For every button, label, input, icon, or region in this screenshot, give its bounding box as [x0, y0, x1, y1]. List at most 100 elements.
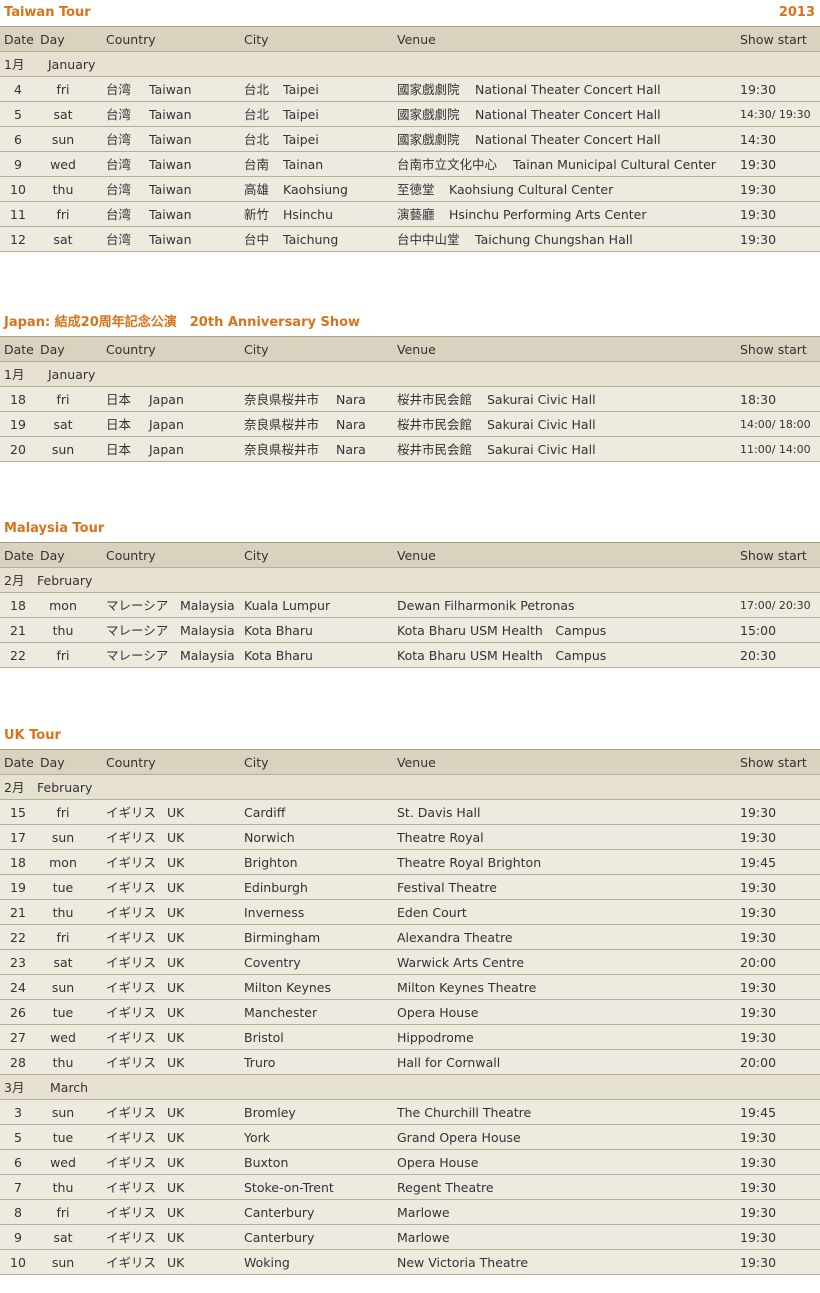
cell-country-en: Malaysia	[180, 623, 235, 638]
cell-country-en: UK	[167, 1005, 185, 1020]
cell-date: 18	[10, 392, 26, 407]
month-row: 2月 February	[0, 568, 820, 593]
cell-date: 11	[10, 207, 26, 222]
table-row: 24 sun イギリス UK Milton Keynes Milton Keynes Th…	[0, 975, 820, 1000]
table-row: 28 thu イギリス UK Truro Hall for Cornwall 20:00	[0, 1050, 820, 1075]
table-row: 5 sat 台湾 Taiwan 台北 Taipei 國家戲劇院 National Theate…	[0, 102, 820, 127]
japan-title: Japan: 結成20周年記念公演 20th Anniversary Show	[4, 315, 361, 330]
table-row: 9 wed 台湾 Taiwan 台南 Tainan 台南市立文化中心 Tainan Munic…	[0, 152, 820, 177]
cell-country-jp: 台湾	[106, 182, 132, 197]
cell-venue: Regent Theatre	[397, 1180, 494, 1195]
cell-venue-jp: 國家戲劇院	[397, 82, 460, 97]
header-venue: Venue	[397, 548, 436, 563]
uk-section: UK Tour Date Day Country City Venue Show star…	[0, 723, 820, 1275]
cell-show-start: 19:45	[740, 855, 777, 870]
cell-city-jp: 台北	[244, 82, 270, 97]
month-en: February	[37, 780, 93, 795]
header-day: Day	[40, 342, 65, 357]
cell-date: 20	[10, 442, 26, 457]
cell-day: thu	[52, 1180, 74, 1195]
cell-day: sat	[53, 1230, 73, 1245]
cell-country-en: UK	[167, 1030, 185, 1045]
cell-country-en: Japan	[149, 442, 184, 457]
cell-day: sun	[51, 132, 75, 147]
cell-date: 18	[10, 598, 26, 613]
cell-date: 4	[14, 82, 22, 97]
cell-country-jp: 日本	[106, 417, 132, 432]
table-row: 18 mon イギリス UK Brighton Theatre Royal Brighto…	[0, 850, 820, 875]
cell-country-en: UK	[167, 880, 185, 895]
table-row: 23 sat イギリス UK Coventry Warwick Arts Centre 20…	[0, 950, 820, 975]
cell-country-jp: イギリス	[106, 830, 157, 845]
cell-country-jp: 台湾	[106, 207, 132, 222]
cell-venue: Theatre Royal Brighton	[397, 855, 542, 870]
header-day: Day	[40, 32, 65, 47]
taiwan-rows: 4 fri 台湾 Taiwan 台北 Taipei 國家戲劇院 National Theate…	[0, 77, 820, 252]
cell-date: 12	[10, 232, 26, 247]
cell-city: Bromley	[244, 1105, 296, 1120]
cell-city: Norwich	[244, 830, 295, 845]
table-row: 6 sun 台湾 Taiwan 台北 Taipei 國家戲劇院 National Theate…	[0, 127, 820, 152]
cell-date: 22	[10, 648, 26, 663]
month-jp: 2月	[4, 573, 25, 588]
cell-show-start: 11:00/ 14:00	[740, 443, 811, 456]
month-row: 1月 January	[0, 362, 820, 387]
cell-venue: Opera House	[397, 1155, 479, 1170]
cell-city-jp: 新竹	[244, 207, 270, 222]
cell-venue: Eden Court	[397, 905, 467, 920]
cell-venue: Hippodrome	[397, 1030, 474, 1045]
cell-day: thu	[52, 182, 74, 197]
header-show-start: Show start	[740, 548, 807, 563]
cell-city: Milton Keynes	[244, 980, 331, 995]
cell-city-en: Hsinchu	[283, 207, 334, 222]
cell-day: tue	[52, 880, 74, 895]
cell-show-start: 14:30/ 19:30	[740, 108, 811, 121]
cell-country-jp: 台湾	[106, 232, 132, 247]
cell-country-jp: 台湾	[106, 82, 132, 97]
cell-country-jp: イギリス	[106, 1180, 157, 1195]
cell-day: fri	[56, 82, 70, 97]
cell-venue: St. Davis Hall	[397, 805, 481, 820]
cell-venue-en: Sakurai Civic Hall	[487, 392, 596, 407]
cell-venue-jp: 台南市立文化中心	[397, 157, 498, 172]
header-date: Date	[4, 548, 34, 563]
month-jp: 1月	[4, 57, 25, 72]
cell-country-en: UK	[167, 805, 185, 820]
cell-country-en: Taiwan	[149, 107, 192, 122]
table-row: 8 fri イギリス UK Canterbury Marlowe 19:30	[0, 1200, 820, 1225]
cell-venue: Warwick Arts Centre	[397, 955, 525, 970]
header-country: Country	[106, 755, 156, 770]
month-en: March	[50, 1080, 89, 1095]
table-row: 3 sun イギリス UK Bromley The Churchill Theatre 19…	[0, 1100, 820, 1125]
cell-venue-jp: 桜井市民会館	[397, 417, 473, 432]
cell-city-jp: 台北	[244, 132, 270, 147]
cell-day: fri	[56, 1205, 70, 1220]
cell-country-en: UK	[167, 1255, 185, 1270]
cell-city: Inverness	[244, 905, 305, 920]
malaysia-title: Malaysia Tour	[4, 521, 105, 536]
cell-country-jp: マレーシア	[106, 648, 169, 663]
cell-day: fri	[56, 648, 70, 663]
month-label-row: 2月 February	[0, 568, 820, 593]
cell-country-en: Malaysia	[180, 648, 235, 663]
header-city: City	[244, 342, 269, 357]
table-row: 21 thu イギリス UK Inverness Eden Court 19:30	[0, 900, 820, 925]
cell-show-start: 19:30	[740, 1130, 777, 1145]
cell-country-en: UK	[167, 955, 185, 970]
cell-country-jp: イギリス	[106, 1005, 157, 1020]
cell-venue-jp: 台中中山堂	[397, 232, 460, 247]
cell-day: sat	[53, 417, 73, 432]
cell-venue-jp: 桜井市民会館	[397, 392, 473, 407]
cell-show-start: 20:00	[740, 1055, 777, 1070]
cell-day: mon	[49, 855, 77, 870]
cell-date: 21	[10, 623, 26, 638]
cell-show-start: 19:30	[740, 830, 777, 845]
cell-city-en: Taipei	[283, 82, 319, 97]
cell-date: 19	[10, 417, 26, 432]
cell-city-jp: 奈良県桜井市	[244, 392, 320, 407]
cell-show-start: 19:30	[740, 905, 777, 920]
cell-day: sun	[51, 442, 75, 457]
cell-day: fri	[56, 805, 70, 820]
cell-country-jp: 台湾	[106, 132, 132, 147]
header-day: Day	[40, 755, 65, 770]
